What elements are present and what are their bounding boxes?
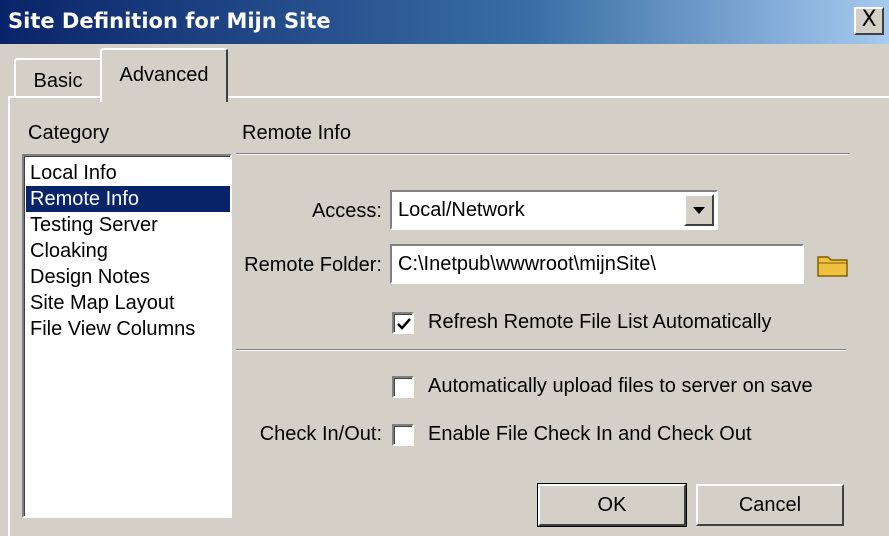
site-definition-dialog: Site Definition for Mijn Site X Basic Ad…	[0, 0, 889, 536]
auto-upload-checkbox[interactable]	[392, 376, 414, 398]
category-item-design-notes[interactable]: Design Notes	[26, 264, 230, 290]
access-select[interactable]: Local/Network	[390, 190, 718, 230]
options-divider	[236, 349, 846, 351]
remote-folder-value: C:\Inetpub\wwwroot\mijnSite\	[398, 253, 656, 275]
remote-folder-label: Remote Folder:	[244, 254, 382, 276]
tab-advanced[interactable]: Advanced	[100, 48, 228, 102]
checkmark-icon	[397, 318, 411, 330]
category-item-local-info[interactable]: Local Info	[26, 160, 230, 186]
window-title: Site Definition for Mijn Site	[8, 9, 331, 33]
remote-folder-input[interactable]: C:\Inetpub\wwwroot\mijnSite\	[390, 244, 804, 284]
refresh-checkbox[interactable]	[392, 312, 414, 334]
tab-basic-label: Basic	[33, 70, 83, 92]
category-item-site-map-layout[interactable]: Site Map Layout	[26, 290, 230, 316]
ok-button[interactable]: OK	[537, 483, 687, 527]
category-item-cloaking[interactable]: Cloaking	[26, 238, 230, 264]
access-label: Access:	[311, 200, 382, 222]
refresh-checkbox-label[interactable]: Refresh Remote File List Automatically	[428, 311, 771, 334]
check-in-out-checkbox[interactable]	[392, 424, 414, 446]
category-item-testing-server[interactable]: Testing Server	[26, 212, 230, 238]
tab-basic[interactable]: Basic	[14, 58, 102, 100]
category-item-remote-info[interactable]: Remote Info	[26, 186, 230, 212]
section-title: Remote Info	[242, 122, 351, 144]
folder-icon[interactable]	[816, 252, 850, 278]
category-item-file-view-columns[interactable]: File View Columns	[26, 316, 230, 342]
check-in-out-checkbox-label[interactable]: Enable File Check In and Check Out	[428, 423, 752, 446]
check-in-out-label: Check In/Out:	[259, 423, 382, 445]
access-dropdown-button[interactable]	[684, 194, 714, 226]
title-bar: Site Definition for Mijn Site X	[0, 0, 889, 44]
access-select-value: Local/Network	[398, 199, 525, 221]
auto-upload-checkbox-label[interactable]: Automatically upload files to server on …	[428, 375, 813, 398]
category-listbox[interactable]: Local Info Remote Info Testing Server Cl…	[22, 154, 232, 518]
chevron-down-icon	[693, 207, 705, 214]
section-divider	[236, 153, 850, 155]
tab-advanced-label: Advanced	[119, 64, 209, 86]
cancel-button[interactable]: Cancel	[696, 484, 844, 526]
close-button[interactable]: X	[854, 7, 884, 35]
close-icon: X	[861, 7, 877, 32]
category-label: Category	[28, 122, 110, 144]
